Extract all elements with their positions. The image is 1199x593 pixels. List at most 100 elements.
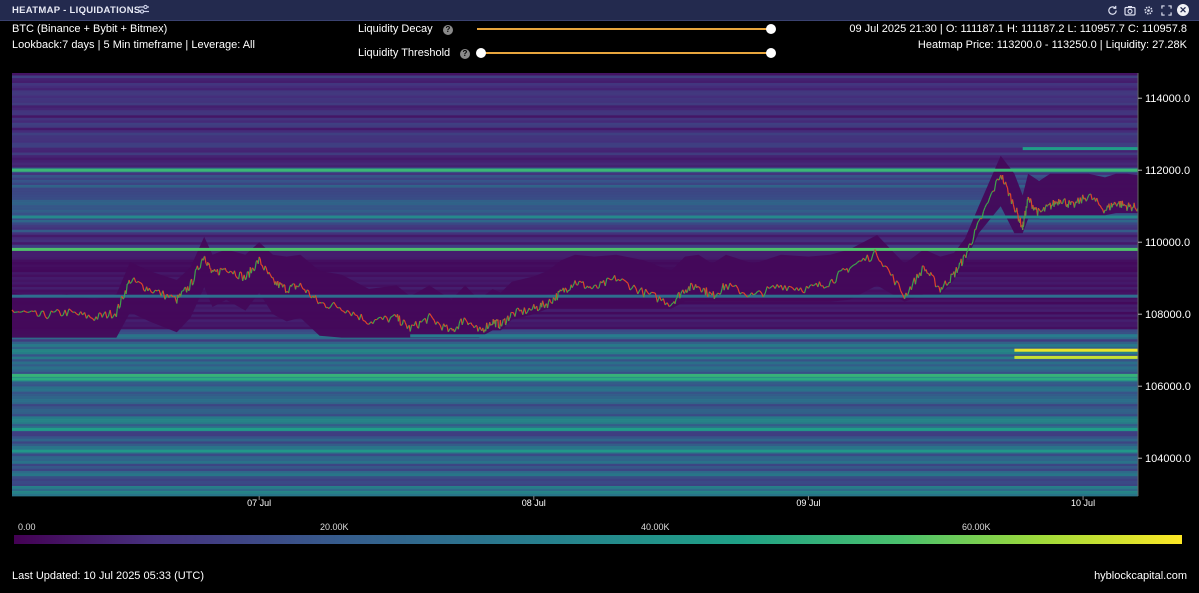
price-segment (710, 292, 712, 295)
liquidity-threshold-knob[interactable] (476, 48, 486, 58)
sliders-icon[interactable] (138, 3, 150, 15)
y-tick-label: 104000.0 (1145, 453, 1191, 465)
price-segment (571, 285, 574, 288)
heatmap-row (12, 142, 1138, 146)
expand-icon[interactable] (1159, 3, 1173, 17)
y-tick-label: 110000.0 (1145, 237, 1190, 249)
liquidity-band (12, 168, 1138, 172)
heatmap-row (12, 130, 1138, 134)
heatmap-row (12, 97, 1138, 101)
lookback-label: Lookback:7 days | 5 Min timeframe | Leve… (12, 39, 255, 51)
liquidity-threshold-max-knob[interactable] (766, 48, 776, 58)
help-icon[interactable]: ? (460, 49, 470, 59)
price-segment (1061, 202, 1064, 205)
liquidity-decay-knob[interactable] (766, 24, 776, 34)
price-segment (251, 267, 254, 270)
price-segment (670, 303, 673, 306)
price-segment (1029, 198, 1032, 202)
price-segment (473, 326, 476, 329)
price-segment (501, 323, 503, 327)
heatmap-row (12, 204, 1138, 208)
heatmap-row (12, 468, 1138, 472)
price-segment (550, 301, 552, 304)
price-segment (1006, 185, 1009, 188)
price-segment (653, 292, 656, 294)
price-segment (336, 306, 339, 309)
price-segment (1105, 209, 1108, 212)
liquidity-band (12, 247, 1138, 251)
liquidity-band (410, 334, 1138, 338)
price-segment (701, 290, 703, 293)
price-segment (1037, 208, 1039, 216)
y-tick-label: 108000.0 (1145, 309, 1191, 321)
price-segment (205, 262, 208, 265)
price-segment (479, 326, 482, 330)
price-segment (935, 285, 937, 288)
liquidity-decay-track[interactable] (477, 28, 771, 30)
heatmap-row (12, 461, 1138, 465)
ohlc-readout: 09 Jul 2025 21:30 | O: 111187.1 H: 11118… (849, 23, 1187, 35)
heatmap-row (12, 110, 1138, 114)
heatmap-row (12, 354, 1138, 358)
heatmap-row (12, 85, 1138, 89)
colorbar-label-3: 60.00K (962, 522, 991, 532)
price-segment (823, 286, 827, 289)
y-tick-label: 106000.0 (1145, 381, 1191, 393)
heatmap-row (12, 202, 1138, 206)
price-segment (1035, 207, 1038, 211)
price-segment (362, 319, 366, 322)
heatmap-row (12, 192, 1138, 196)
heatmap-row (12, 80, 1138, 84)
close-icon[interactable]: ✕ (1177, 4, 1189, 16)
price-segment (788, 285, 791, 288)
help-icon[interactable]: ? (443, 25, 453, 35)
heatmap-row (12, 389, 1138, 392)
price-segment (946, 283, 949, 286)
heatmap-row (12, 137, 1138, 141)
heatmap-row (12, 135, 1138, 139)
price-segment (1041, 208, 1044, 212)
heatmap-row (12, 199, 1138, 203)
refresh-icon[interactable] (1105, 3, 1119, 17)
liquidity-band (12, 449, 1138, 453)
heatmap-row (12, 344, 1138, 348)
price-segment (1009, 192, 1011, 195)
price-segment (1063, 198, 1065, 201)
price-segment (1044, 207, 1046, 212)
heatmap-row (12, 165, 1138, 168)
heatmap-row (12, 481, 1138, 484)
price-segment (560, 289, 563, 292)
price-segment (90, 317, 93, 319)
liquidity-band (12, 377, 1138, 381)
price-segment (564, 287, 567, 290)
liquidation-heatmap[interactable]: 114000.0 112000.0 110000.0 108000.0 106000.0… (0, 60, 1199, 520)
price-segment (699, 287, 702, 290)
price-segment (264, 265, 267, 268)
heatmap-row (12, 346, 1138, 350)
heatmap-row (12, 453, 1138, 457)
camera-icon[interactable] (1123, 3, 1137, 17)
brand-link[interactable]: hyblockcapital.com (1094, 570, 1187, 582)
price-segment (566, 290, 569, 293)
heatmap-row (12, 100, 1138, 104)
liquidity-threshold-track[interactable] (481, 52, 771, 54)
window-title: HEATMAP - LIQUIDATIONS (12, 5, 141, 16)
price-segment (253, 268, 256, 272)
heatmap-row (12, 478, 1138, 482)
heatmap-row (12, 456, 1138, 460)
heatmap-background (12, 73, 1138, 497)
heatmap-row (12, 177, 1138, 181)
price-segment (1019, 217, 1022, 227)
settings-icon[interactable] (1141, 3, 1155, 17)
price-segment (341, 309, 344, 312)
price-segment (499, 320, 502, 326)
price-segment (53, 311, 56, 313)
price-segment (1098, 204, 1101, 207)
heatmap-row (12, 329, 1138, 333)
heatmap-row (12, 155, 1138, 158)
heatmap-row (12, 493, 1138, 497)
heatmap-row (12, 466, 1138, 469)
price-segment (1133, 202, 1136, 208)
heatmap-row (12, 458, 1138, 462)
price-segment (400, 323, 403, 326)
